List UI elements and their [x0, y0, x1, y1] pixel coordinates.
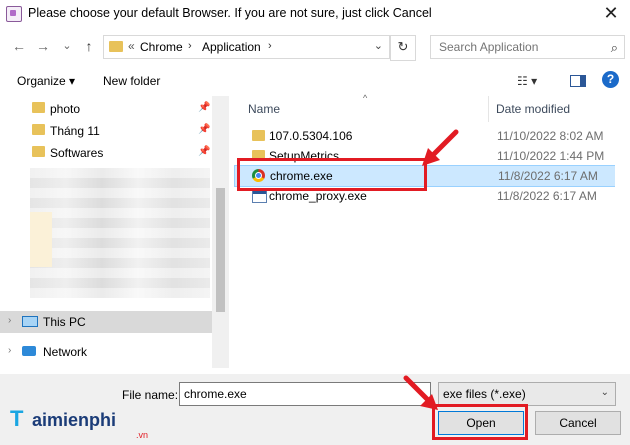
search-box[interactable]: ⌕	[430, 35, 625, 59]
watermark-logo: T aimienphi .vn	[6, 402, 166, 442]
search-icon[interactable]: ⌕	[611, 40, 618, 56]
sidebar-item-network[interactable]: › Network	[0, 341, 212, 363]
computer-icon	[22, 316, 38, 327]
file-name-input[interactable]: chrome.exe	[179, 382, 431, 406]
annotation-arrow-icon	[422, 129, 459, 166]
sidebar-item-softwares[interactable]: Softwares 📌	[0, 142, 212, 164]
close-icon[interactable]: ✕	[596, 2, 626, 24]
sidebar-item-label: Network	[43, 345, 88, 359]
annotation-arrow-icon	[403, 375, 438, 410]
highlight-box	[237, 158, 427, 191]
breadcrumb-application[interactable]: Application	[202, 40, 261, 54]
recent-locations-icon[interactable]: ⌄	[58, 37, 76, 55]
file-name-label: File name:	[122, 388, 179, 402]
column-divider[interactable]	[488, 96, 489, 122]
organize-button[interactable]: Organize ▾	[17, 74, 75, 88]
sidebar-item-label: Tháng 11	[50, 124, 100, 138]
refresh-icon[interactable]: ↻	[390, 35, 416, 61]
breadcrumb-chrome[interactable]: Chrome	[140, 40, 183, 54]
folder-icon	[252, 130, 265, 141]
logo-text: aimienphi	[32, 410, 117, 430]
new-folder-button[interactable]: New folder	[103, 74, 160, 88]
sort-ascending-icon: ^	[363, 93, 368, 103]
file-date: 11/10/2022 1:44 PM	[497, 149, 605, 163]
folder-icon	[32, 124, 45, 135]
folder-icon	[109, 41, 123, 52]
folder-icon	[32, 102, 45, 113]
sidebar-item-thang-11[interactable]: Tháng 11 📌	[0, 120, 212, 142]
sidebar-item-photo[interactable]: photo 📌	[0, 98, 212, 120]
breadcrumb-separator-icon[interactable]: ›	[188, 40, 192, 52]
up-arrow-icon[interactable]: ↑	[80, 37, 98, 55]
sidebar-item-label: Softwares	[50, 146, 104, 160]
forward-arrow-icon[interactable]: →	[34, 37, 52, 55]
address-dropdown-icon[interactable]: ⌄	[374, 39, 383, 52]
pin-icon: 📌	[198, 102, 211, 113]
sidebar-item-label: photo	[50, 102, 81, 116]
network-icon	[22, 346, 36, 356]
logo-initial: T	[10, 406, 24, 431]
app-icon	[6, 6, 22, 22]
navigation-bar: ← → ⌄ ↑ « Chrome › Application › ⌄ ↻ ⌕	[0, 33, 630, 61]
logo-domain: .vn	[136, 430, 149, 440]
column-header-name[interactable]: Name	[248, 102, 280, 116]
file-date: 11/8/2022 6:17 AM	[497, 189, 597, 203]
file-name: chrome_proxy.exe	[269, 189, 367, 203]
back-arrow-icon[interactable]: ←	[10, 37, 28, 55]
address-overflow-icon[interactable]: «	[128, 39, 135, 53]
help-icon[interactable]: ?	[602, 71, 619, 88]
chevron-down-icon: ⌄	[600, 387, 609, 398]
highlight-box	[432, 404, 528, 440]
sidebar-item-label: This PC	[43, 315, 86, 329]
address-bar[interactable]: « Chrome › Application › ⌄	[103, 35, 390, 59]
folder-icon	[32, 146, 45, 157]
command-toolbar: Organize ▾ New folder ☷ ▾ ?	[0, 66, 630, 96]
file-date: 11/8/2022 6:17 AM	[498, 169, 598, 183]
file-name-value: chrome.exe	[184, 387, 247, 401]
window-title: Please choose your default Browser. If y…	[28, 6, 432, 20]
blurred-region-overlay	[30, 168, 210, 298]
file-list-scrollbar[interactable]	[615, 96, 630, 368]
scrollbar-thumb[interactable]	[216, 188, 225, 312]
file-type-select[interactable]: exe files (*.exe) ⌄	[438, 382, 616, 406]
view-options-icon[interactable]: ☷ ▾	[517, 74, 537, 88]
column-header-date-modified[interactable]: Date modified	[496, 102, 570, 116]
pin-icon: 📌	[198, 124, 211, 135]
title-bar: Please choose your default Browser. If y…	[0, 0, 630, 28]
breadcrumb-separator-icon[interactable]: ›	[268, 40, 272, 52]
expand-chevron-icon[interactable]: ›	[8, 315, 11, 326]
application-icon	[252, 190, 267, 203]
file-name: 107.0.5304.106	[269, 129, 353, 143]
cancel-button[interactable]: Cancel	[535, 411, 621, 435]
column-header-row: Name ^ Date modified	[232, 93, 630, 122]
file-date: 11/10/2022 8:02 AM	[497, 129, 604, 143]
preview-pane-icon[interactable]	[570, 75, 586, 87]
pin-icon: 📌	[198, 146, 211, 157]
expand-chevron-icon[interactable]: ›	[8, 345, 11, 356]
file-type-value: exe files (*.exe)	[443, 387, 526, 401]
sidebar-item-this-pc[interactable]: › This PC	[0, 311, 212, 333]
blurred-folder	[30, 212, 52, 267]
search-input[interactable]	[437, 39, 601, 55]
